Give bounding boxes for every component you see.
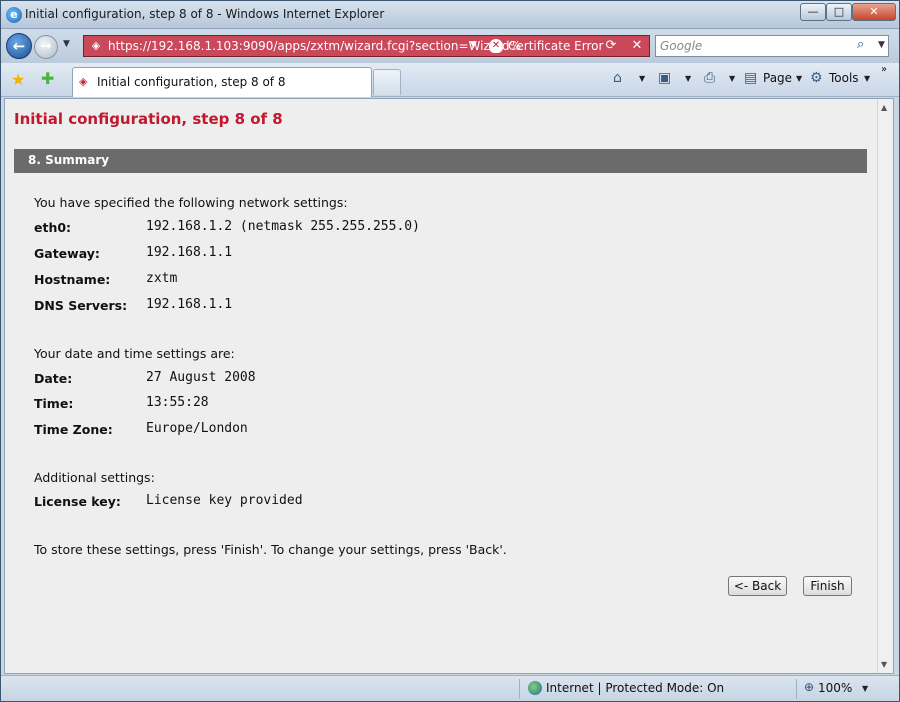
tab-favicon-icon: ◈ — [79, 75, 88, 88]
gear-icon: ⚙ — [810, 70, 823, 86]
scroll-down-icon[interactable]: ▼ — [881, 660, 887, 669]
print-icon[interactable]: ⎙ — [704, 70, 715, 86]
search-options-dropdown[interactable]: ▼ — [878, 40, 885, 50]
date-label: Date: — [34, 371, 73, 386]
zoom-level[interactable]: 100% — [818, 681, 852, 695]
tools-menu[interactable]: Tools — [829, 71, 859, 85]
time-value: 13:55:28 — [146, 395, 209, 410]
refresh-icon[interactable]: ⟳ — [601, 38, 621, 54]
vertical-scrollbar[interactable]: ▲ ▼ — [877, 99, 893, 673]
chevron-right-icon[interactable]: » — [881, 64, 887, 75]
license-key-label: License key: — [34, 494, 121, 509]
zoom-icon[interactable]: ⊕ — [804, 680, 814, 694]
back-button[interactable]: <- Back — [728, 576, 787, 596]
ie-logo-icon: e — [6, 7, 22, 23]
page-title: Initial configuration, step 8 of 8 — [14, 110, 283, 128]
close-button[interactable]: ✕ — [852, 3, 896, 21]
maximize-button[interactable]: □ — [826, 3, 852, 21]
hostname-value: zxtm — [146, 271, 178, 286]
tab-row: ★ ✚ ◈ Initial configuration, step 8 of 8… — [1, 63, 899, 97]
home-icon[interactable]: ⌂ — [613, 70, 622, 86]
shield-error-icon[interactable]: ✕ — [489, 39, 503, 53]
time-zone-label: Time Zone: — [34, 422, 113, 437]
certificate-error-link[interactable]: Certificate Error — [508, 39, 603, 53]
back-button[interactable]: ← — [6, 33, 32, 59]
finish-button[interactable]: Finish — [803, 576, 852, 596]
scroll-up-icon[interactable]: ▲ — [881, 103, 887, 112]
search-input[interactable]: Google ⌕ ▼ — [655, 35, 889, 57]
eth0-label: eth0: — [34, 220, 72, 235]
page-menu[interactable]: Page — [763, 71, 792, 85]
feeds-dropdown[interactable]: ▼ — [685, 74, 691, 83]
favorites-star-icon[interactable]: ★ — [11, 70, 25, 89]
feeds-icon[interactable]: ▣ — [658, 70, 671, 86]
add-favorites-icon[interactable]: ✚ — [41, 69, 54, 88]
page-icon: ▤ — [744, 70, 758, 86]
recent-pages-dropdown[interactable]: ▼ — [63, 39, 70, 49]
hostname-label: Hostname: — [34, 272, 111, 287]
instructions-text: To store these settings, press 'Finish'.… — [34, 542, 507, 557]
arrow-right-icon: → — [40, 39, 52, 54]
url-text[interactable]: https://192.168.1.103:9090/apps/zxtm/wiz… — [108, 39, 521, 53]
license-key-value: License key provided — [146, 493, 303, 508]
gateway-value: 192.168.1.1 — [146, 245, 233, 260]
page-favicon-icon: ◈ — [91, 39, 101, 52]
gateway-label: Gateway: — [34, 246, 100, 261]
eth0-value: 192.168.1.2 (netmask 255.255.255.0) — [146, 219, 420, 234]
status-bar: Internet | Protected Mode: On ⊕ 100% ▼ — [1, 675, 899, 701]
time-label: Time: — [34, 396, 74, 411]
datetime-intro: Your date and time settings are: — [34, 346, 235, 361]
tab-active[interactable]: ◈ Initial configuration, step 8 of 8 — [72, 67, 372, 97]
browser-window: e Initial configuration, step 8 of 8 - W… — [0, 0, 900, 702]
dns-servers-label: DNS Servers: — [34, 298, 128, 313]
new-tab-button[interactable] — [373, 69, 401, 95]
network-intro: You have specified the following network… — [34, 195, 348, 210]
page-viewport: Initial configuration, step 8 of 8 8. Su… — [4, 98, 894, 674]
page-menu-dropdown[interactable]: ▼ — [796, 74, 802, 83]
section-title: 8. Summary — [28, 153, 110, 167]
address-bar[interactable]: ◈ https://192.168.1.103:9090/apps/zxtm/w… — [83, 35, 650, 57]
print-dropdown[interactable]: ▼ — [729, 74, 735, 83]
status-divider — [796, 679, 797, 699]
search-placeholder: Google — [660, 39, 703, 53]
stop-icon[interactable]: ✕ — [627, 38, 647, 54]
time-zone-value: Europe/London — [146, 421, 248, 436]
address-row: ← → ▼ ◈ https://192.168.1.103:9090/apps/… — [1, 29, 899, 63]
minimize-button[interactable]: — — [800, 3, 826, 21]
tools-menu-dropdown[interactable]: ▼ — [864, 74, 870, 83]
forward-button[interactable]: → — [34, 35, 58, 59]
arrow-left-icon: ← — [12, 37, 26, 55]
section-header: 8. Summary — [14, 149, 867, 173]
dns-servers-value: 192.168.1.1 — [146, 297, 233, 312]
url-dropdown[interactable]: ▼ — [470, 40, 477, 50]
tab-label: Initial configuration, step 8 of 8 — [97, 75, 286, 89]
globe-icon — [528, 681, 542, 695]
home-dropdown[interactable]: ▼ — [639, 74, 645, 83]
status-divider — [519, 679, 520, 699]
security-zone[interactable]: Internet | Protected Mode: On — [546, 681, 724, 695]
window-title: Initial configuration, step 8 of 8 - Win… — [25, 7, 385, 21]
additional-intro: Additional settings: — [34, 470, 155, 485]
search-icon[interactable]: ⌕ — [857, 37, 864, 52]
zoom-dropdown[interactable]: ▼ — [862, 684, 868, 693]
title-bar: e Initial configuration, step 8 of 8 - W… — [1, 1, 899, 29]
date-value: 27 August 2008 — [146, 370, 256, 385]
